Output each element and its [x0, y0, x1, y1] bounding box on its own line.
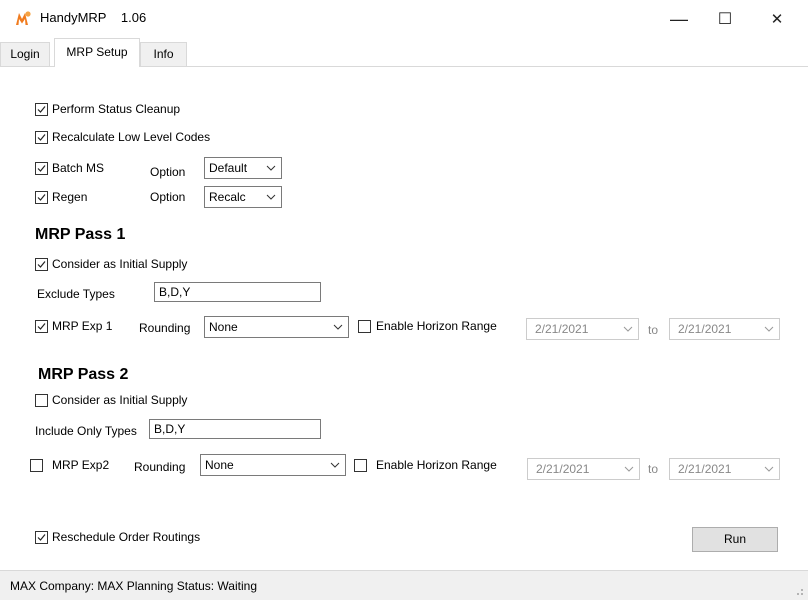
pass1-initial-supply-checkbox[interactable]	[35, 258, 48, 271]
chevron-down-icon	[764, 326, 774, 332]
tab-mrp-setup[interactable]: MRP Setup	[54, 38, 140, 67]
pass1-horizon-label: Enable Horizon Range	[376, 319, 497, 333]
maximize-button[interactable]: ☐	[702, 0, 748, 38]
tab-info[interactable]: Info	[140, 42, 187, 66]
pass1-rounding-label: Rounding	[139, 321, 191, 335]
mrp-pass1-header: MRP Pass 1	[35, 226, 126, 243]
regen-label: Regen	[52, 190, 88, 204]
chevron-down-icon	[623, 326, 633, 332]
minimize-button[interactable]: —	[656, 0, 702, 38]
mrp-exp1-checkbox[interactable]	[35, 320, 48, 333]
pass2-to-label: to	[648, 462, 659, 476]
pass2-to-date-picker[interactable]: 2/21/2021	[669, 458, 780, 480]
pass2-rounding-select[interactable]: None	[200, 454, 346, 476]
batch-ms-label: Batch MS	[52, 161, 105, 175]
recalc-llc-checkbox[interactable]	[35, 131, 48, 144]
pass2-initial-supply-label: Consider as Initial Supply	[52, 393, 188, 407]
reschedule-routings-checkbox[interactable]	[35, 531, 48, 544]
app-logo-icon	[16, 11, 31, 25]
chevron-down-icon	[624, 466, 634, 472]
include-types-label: Include Only Types	[35, 424, 137, 438]
pass2-rounding-value: None	[205, 458, 234, 472]
mrp-exp1-label: MRP Exp 1	[52, 319, 113, 333]
mrp-exp2-checkbox[interactable]	[30, 459, 43, 472]
window-title: HandyMRP 1.06	[40, 10, 147, 25]
regen-option-label: Option	[150, 190, 186, 204]
chevron-down-icon	[764, 466, 774, 472]
tab-login[interactable]: Login	[0, 42, 50, 66]
resize-grip-icon[interactable]	[794, 586, 804, 596]
pass1-horizon-checkbox[interactable]	[358, 320, 371, 333]
mrp-pass2-header: MRP Pass 2	[38, 366, 129, 383]
pass2-to-date-value: 2/21/2021	[678, 462, 732, 476]
pass2-initial-supply-checkbox[interactable]	[35, 394, 48, 407]
chevron-down-icon	[333, 324, 343, 330]
pass1-to-date-value: 2/21/2021	[678, 322, 732, 336]
batch-ms-option-label: Option	[150, 165, 186, 179]
perform-status-cleanup-checkbox[interactable]	[35, 103, 48, 116]
status-text: MAX Company: MAX Planning Status: Waitin…	[10, 579, 257, 593]
pass1-from-date-picker[interactable]: 2/21/2021	[526, 318, 639, 340]
pass1-to-date-picker[interactable]: 2/21/2021	[669, 318, 780, 340]
exclude-types-label: Exclude Types	[37, 287, 115, 301]
chevron-down-icon	[330, 462, 340, 468]
checkmark-icon	[37, 323, 46, 330]
pass1-rounding-value: None	[209, 320, 238, 334]
checkmark-icon	[37, 134, 46, 141]
chevron-down-icon	[266, 165, 276, 171]
recalc-llc-label: Recalculate Low Level Codes	[52, 130, 211, 144]
pass1-to-label: to	[648, 323, 659, 337]
status-bar: MAX Company: MAX Planning Status: Waitin…	[0, 570, 808, 600]
checkmark-icon	[37, 106, 46, 113]
pass2-from-date-value: 2/21/2021	[536, 462, 590, 476]
title-bar: HandyMRP 1.06 — ☐ ✕	[0, 0, 808, 38]
mrp-exp2-label: MRP Exp2	[52, 458, 110, 472]
checkmark-icon	[37, 194, 46, 201]
include-types-input[interactable]: B,D,Y	[149, 419, 321, 439]
regen-checkbox[interactable]	[35, 191, 48, 204]
close-button[interactable]: ✕	[754, 0, 800, 38]
checkmark-icon	[37, 534, 46, 541]
regen-option-select[interactable]: Recalc	[204, 186, 282, 208]
batch-ms-option-value: Default	[209, 161, 248, 175]
reschedule-routings-label: Reschedule Order Routings	[52, 530, 201, 544]
regen-option-value: Recalc	[209, 190, 246, 204]
exclude-types-input[interactable]: B,D,Y	[154, 282, 321, 302]
pass2-horizon-checkbox[interactable]	[354, 459, 367, 472]
batch-ms-option-select[interactable]: Default	[204, 157, 282, 179]
batch-ms-checkbox[interactable]	[35, 162, 48, 175]
pass2-rounding-label: Rounding	[134, 460, 186, 474]
checkmark-icon	[37, 261, 46, 268]
perform-status-cleanup-label: Perform Status Cleanup	[52, 102, 181, 116]
pass2-from-date-picker[interactable]: 2/21/2021	[527, 458, 640, 480]
pass1-rounding-select[interactable]: None	[204, 316, 349, 338]
pass1-initial-supply-label: Consider as Initial Supply	[52, 257, 188, 271]
checkmark-icon	[37, 165, 46, 172]
run-button[interactable]: Run	[692, 527, 778, 552]
pass1-from-date-value: 2/21/2021	[535, 322, 589, 336]
pass2-horizon-label: Enable Horizon Range	[376, 458, 497, 472]
chevron-down-icon	[266, 194, 276, 200]
